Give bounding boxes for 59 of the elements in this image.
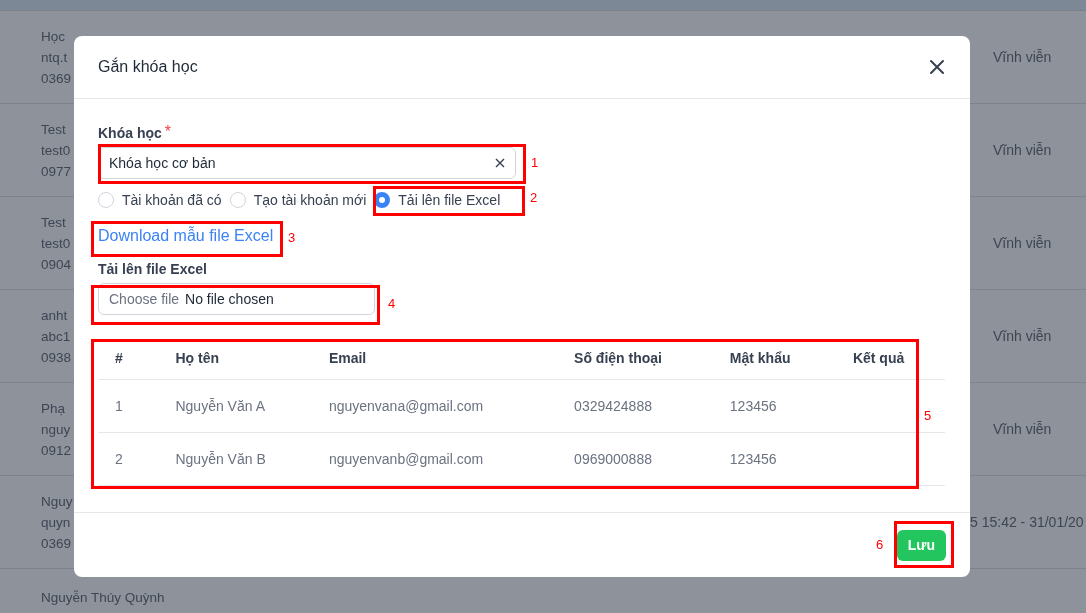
- background-text: abc1: [41, 327, 72, 346]
- background-text: 0977: [41, 162, 72, 181]
- background-text: Phạ: [41, 399, 67, 418]
- background-text: 0912: [41, 441, 72, 460]
- annotation-number: 6: [876, 537, 884, 552]
- close-icon[interactable]: [928, 58, 946, 76]
- column-header: #: [98, 336, 159, 380]
- background-text: Vĩnh viễn: [993, 235, 1053, 251]
- column-header: Mật khẩu: [712, 336, 836, 380]
- background-text: Nguyễn Thúy Quỳnh: [41, 589, 165, 607]
- background-text: test0: [41, 234, 72, 253]
- column-header: Kết quả: [835, 336, 945, 380]
- background-text: 0369: [41, 69, 72, 88]
- table-cell: nguyenvana@gmail.com: [311, 379, 558, 433]
- background-text: anht: [41, 306, 69, 325]
- background-text: Vĩnh viễn: [993, 328, 1053, 344]
- background-text: 0938: [41, 348, 72, 367]
- annotation-frame: [894, 521, 954, 568]
- background-text: ntq.t: [41, 48, 69, 67]
- background-text: Vĩnh viễn: [993, 142, 1053, 158]
- radio-option[interactable]: Tạo tài khoản mới: [229, 192, 367, 208]
- background-text: 0904: [41, 255, 72, 274]
- file-input[interactable]: Choose file No file chosen: [98, 283, 375, 315]
- background-text: test0: [41, 141, 72, 160]
- table-cell: 2: [98, 432, 159, 486]
- table-cell: 1: [98, 379, 159, 433]
- radio-option[interactable]: Tài khoản đã có: [98, 192, 222, 208]
- table-cell: Nguyễn Văn B: [158, 432, 312, 486]
- background-text: Học: [41, 27, 66, 46]
- column-header: Email: [311, 336, 558, 380]
- background-text: Nguy: [41, 492, 73, 511]
- clear-icon[interactable]: [495, 158, 505, 168]
- background-text: Vĩnh viễn: [993, 421, 1053, 437]
- table-cell: nguyenvanb@gmail.com: [311, 432, 558, 486]
- background-text: Vĩnh viễn: [993, 49, 1053, 65]
- background-text: 5 15:42 - 31/01/20: [970, 514, 1085, 530]
- field-label: Tải lên file Excel: [98, 260, 208, 279]
- field-label: Khóa học: [98, 124, 162, 143]
- background-text: Test: [41, 213, 67, 232]
- required-mark: *: [164, 123, 171, 142]
- background-text: nguy: [41, 420, 72, 439]
- radio-option[interactable]: Tải lên file Excel: [374, 192, 501, 208]
- background-text: 0369: [41, 534, 73, 553]
- annotation-number: 1: [531, 155, 539, 170]
- annotation-number: 3: [288, 230, 296, 245]
- background-text: quyn: [41, 513, 72, 532]
- column-header: Số điện thoại: [557, 336, 713, 380]
- download-link[interactable]: Download mẫu file Excel: [98, 226, 274, 246]
- annotation-number: 5: [924, 408, 932, 423]
- table-cell: 123456: [712, 379, 836, 433]
- annotation-number: 2: [530, 190, 538, 205]
- column-header: Họ tên: [158, 336, 312, 380]
- annotation-number: 4: [388, 296, 396, 311]
- table-cell: Nguyễn Văn A: [158, 379, 312, 433]
- table-cell: 123456: [712, 432, 836, 486]
- table-cell: 0329424888: [557, 379, 713, 433]
- table-cell: 0969000888: [557, 432, 713, 486]
- dialog-title: Gắn khóa học: [98, 58, 198, 76]
- background-text: Test: [41, 120, 67, 139]
